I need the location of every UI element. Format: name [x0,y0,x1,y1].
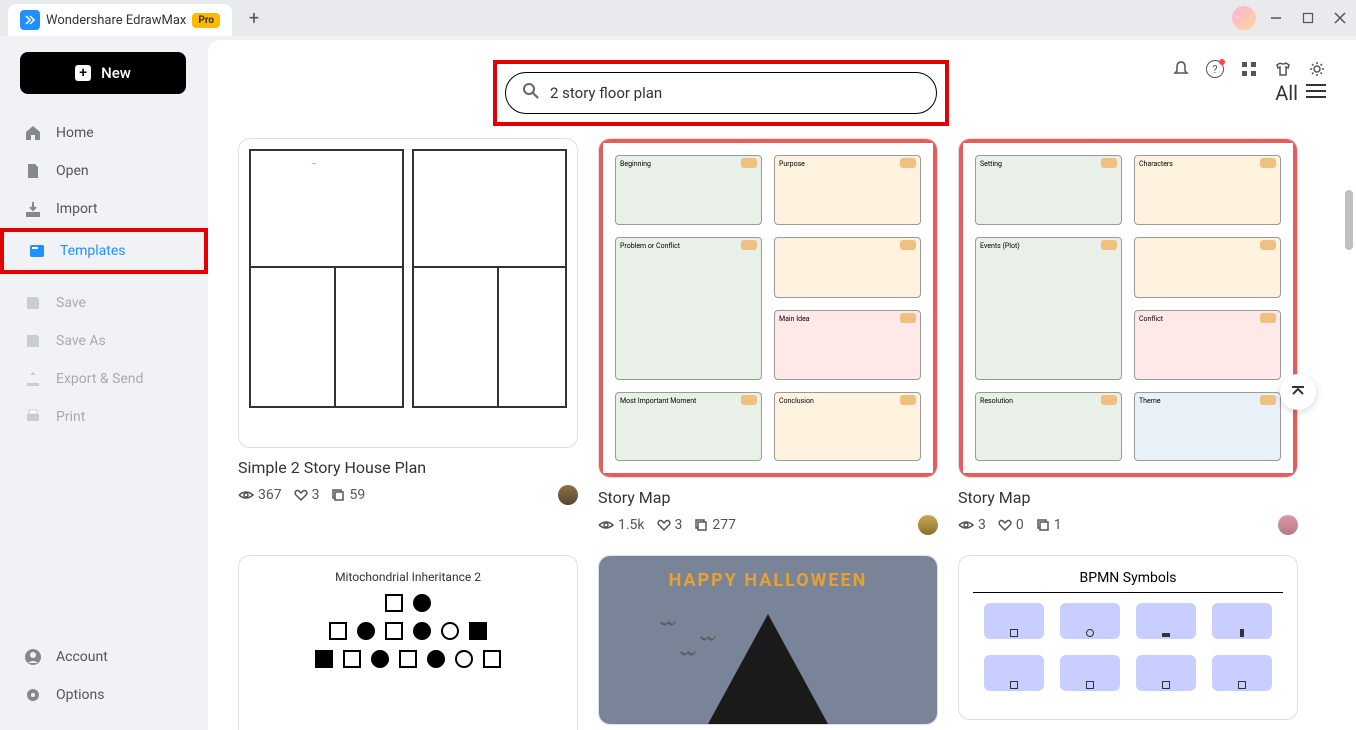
pro-badge: Pro [192,13,220,28]
sidebar-item-label: Save [56,295,86,311]
template-preview: HAPPY HALLOWEEN 〰️ 〰️ 〰️ [598,555,938,725]
template-preview: Mitochondrial Inheritance 2 [238,555,578,730]
sidebar-bottom: Account Options [0,638,208,714]
template-preview: Beginning Purpose Problem or Conflict Ma… [598,138,938,478]
print-icon [24,408,42,426]
sidebar-item-label: Export & Send [56,371,143,387]
main-content: ? All [208,40,1356,730]
settings-icon[interactable] [1308,60,1326,78]
shirt-icon[interactable] [1274,60,1292,78]
bpmn-title: BPMN Symbols [973,570,1283,593]
likes-stat: 3 [294,487,320,503]
sidebar-item-label: Import [56,201,98,217]
halloween-title: HAPPY HALLOWEEN [599,570,937,591]
home-icon [24,124,42,142]
template-card[interactable]: Mitochondrial Inheritance 2 [238,555,578,730]
save-icon [24,294,42,312]
sidebar-item-label: Save As [56,333,106,349]
scrollbar[interactable] [1345,190,1353,250]
copies-stat: 59 [331,487,365,503]
download-icon [24,200,42,218]
sidebar-item-export[interactable]: Export & Send [0,360,208,398]
search-box[interactable] [505,72,937,114]
template-card[interactable]: Beginning Purpose Problem or Conflict Ma… [598,138,938,535]
titlebar-left: Wondershare EdrawMax Pro + [8,0,268,36]
sidebar: + New Home Open Import [0,36,208,730]
sidebar-item-options[interactable]: Options [0,676,208,714]
saveas-icon [24,332,42,350]
gear-icon [24,686,42,704]
template-card[interactable]: HAPPY HALLOWEEN 〰️ 〰️ 〰️ [598,555,938,730]
top-icons: ? [1172,60,1326,78]
app-tab[interactable]: Wondershare EdrawMax Pro [8,4,232,36]
titlebar-right [1232,6,1348,30]
sidebar-item-label: Open [56,163,89,179]
filter-section[interactable]: All [1275,81,1326,105]
filter-label: All [1275,81,1298,105]
template-stats: 367 3 59 [238,485,578,505]
sidebar-item-label: Print [56,409,85,425]
sidebar-item-label: Home [56,125,94,141]
template-card[interactable]: BPMN Symbols [958,555,1298,730]
export-icon [24,370,42,388]
minimize-button[interactable] [1268,10,1284,26]
new-tab-button[interactable]: + [240,4,268,32]
avatar [558,485,578,505]
scroll-to-top-button[interactable] [1280,374,1316,410]
template-stats: 3 0 1 [958,515,1298,535]
help-icon[interactable]: ? [1206,60,1224,78]
window-controls [1268,10,1348,26]
apps-icon[interactable] [1240,60,1258,78]
app-logo-icon [20,10,40,30]
template-card[interactable]: — Simple 2 Story House Plan 367 [238,138,578,535]
sidebar-item-import[interactable]: Import [0,190,208,228]
search-input[interactable] [550,84,920,102]
bell-icon[interactable] [1172,60,1190,78]
sidebar-item-save[interactable]: Save [0,284,208,322]
template-card[interactable]: Setting Characters Events (Plot) Conflic… [958,138,1298,535]
new-button[interactable]: + New [20,52,186,94]
sidebar-item-templates[interactable]: Templates [0,228,208,274]
sidebar-item-account[interactable]: Account [0,638,208,676]
avatar [1278,515,1298,535]
file-icon [24,162,42,180]
new-button-label: New [101,64,131,82]
sidebar-item-open[interactable]: Open [0,152,208,190]
views-stat: 367 [238,487,282,503]
template-stats: 1.5k 3 277 [598,515,938,535]
plus-icon: + [75,65,91,81]
genogram-title: Mitochondrial Inheritance 2 [253,570,563,584]
template-preview: Setting Characters Events (Plot) Conflic… [958,138,1298,478]
template-preview: BPMN Symbols [958,555,1298,720]
account-icon [24,648,42,666]
template-title: Story Map [958,488,1298,507]
search-icon [522,82,540,104]
avatar [918,515,938,535]
app-body: + New Home Open Import [0,36,1356,730]
sidebar-item-saveas[interactable]: Save As [0,322,208,360]
sidebar-menu: Home Open Import Templates [0,114,208,638]
template-preview: — [238,138,578,448]
menu-icon [1306,83,1326,103]
search-highlight-box [493,60,949,126]
template-grid: — Simple 2 Story House Plan 367 [238,138,1326,730]
search-row: All [238,60,1326,126]
sidebar-item-label: Options [56,687,104,703]
template-title: Story Map [598,488,938,507]
app-name: Wondershare EdrawMax [46,13,186,28]
maximize-button[interactable] [1300,10,1316,26]
sidebar-item-label: Account [56,649,108,665]
titlebar: Wondershare EdrawMax Pro + [0,0,1356,36]
sidebar-item-home[interactable]: Home [0,114,208,152]
template-icon [28,242,46,260]
sidebar-item-print[interactable]: Print [0,398,208,436]
close-button[interactable] [1332,10,1348,26]
template-title: Simple 2 Story House Plan [238,458,578,477]
profile-icon[interactable] [1232,6,1256,30]
sidebar-item-label: Templates [60,243,126,259]
